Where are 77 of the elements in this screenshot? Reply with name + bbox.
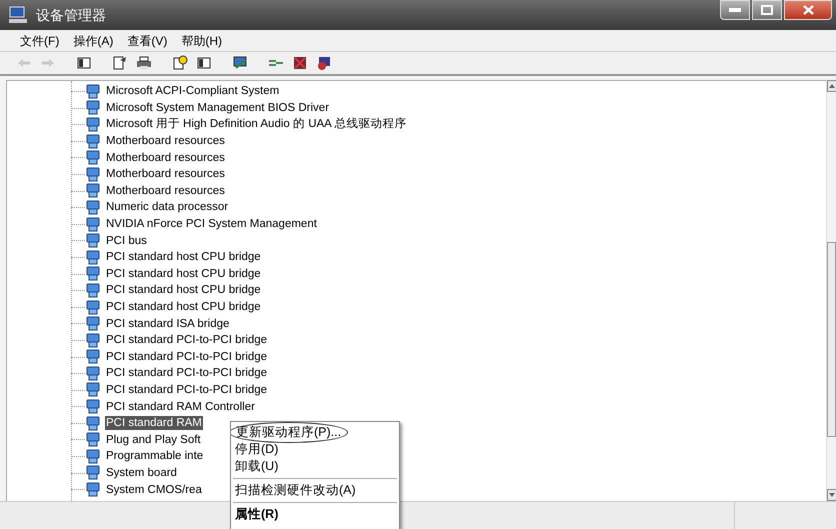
- device-label[interactable]: PCI standard PCI-to-PCI bridge: [105, 350, 268, 364]
- help-document-icon[interactable]: [172, 55, 188, 71]
- device-label[interactable]: Numeric data processor: [105, 200, 230, 214]
- window-title: 设备管理器: [36, 6, 106, 24]
- pane-icon[interactable]: [196, 55, 212, 71]
- device-icon: [86, 300, 100, 315]
- close-icon: [802, 5, 814, 15]
- device-icon: [86, 150, 100, 166]
- device-icon: [86, 332, 100, 348]
- device-label[interactable]: Motherboard resources: [105, 134, 226, 148]
- device-icon: [86, 349, 100, 364]
- device-icon: [86, 250, 100, 265]
- scroll-up-icon[interactable]: [827, 80, 836, 92]
- device-label[interactable]: PCI bus: [105, 234, 148, 248]
- device-icon: [86, 416, 100, 431]
- device-icon: [86, 382, 100, 398]
- device-icon: [86, 183, 100, 198]
- device-icon: [86, 216, 100, 232]
- menu-item[interactable]: 查看(V): [127, 32, 168, 50]
- menu-item[interactable]: 帮助(H): [181, 32, 222, 50]
- device-label[interactable]: PCI standard PCI-to-PCI bridge: [105, 382, 268, 397]
- device-label[interactable]: NVIDIA nForce PCI System Management: [105, 217, 318, 232]
- device-label[interactable]: Motherboard resources: [105, 167, 226, 182]
- minimize-icon: [729, 8, 741, 12]
- device-icon: [86, 266, 100, 282]
- device-icon: [86, 399, 100, 414]
- menu-item[interactable]: 文件(F): [20, 32, 60, 50]
- device-icon: [86, 100, 100, 116]
- device-icon: [86, 134, 100, 149]
- monitor-icon[interactable]: [232, 55, 248, 71]
- device-label[interactable]: Microsoft System Management BIOS Driver: [105, 100, 330, 115]
- device-icon: [86, 432, 100, 448]
- device-label[interactable]: Microsoft 用于 High Definition Audio 的 UAA 总线驱动程序: [105, 117, 408, 132]
- context-menu-item[interactable]: 扫描检测硬件改动(A): [231, 482, 399, 499]
- cross-icon[interactable]: [292, 55, 308, 71]
- device-label[interactable]: System board: [105, 466, 178, 480]
- device-label[interactable]: PCI standard RAM Controller: [105, 400, 256, 414]
- device-icon: [86, 166, 100, 182]
- menu-item[interactable]: 操作(A): [73, 32, 114, 50]
- device-label[interactable]: PCI standard host CPU bridge: [105, 300, 262, 314]
- device-label[interactable]: PCI standard ISA bridge: [105, 316, 230, 331]
- device-label[interactable]: PCI standard host CPU bridge: [105, 266, 262, 281]
- device-label[interactable]: Plug and Play Soft: [105, 432, 202, 447]
- device-icon: [86, 233, 100, 248]
- context-menu-item[interactable]: 停用(D): [231, 441, 399, 458]
- maximize-button[interactable]: [752, 0, 782, 20]
- device-icon: [86, 366, 100, 381]
- device-label[interactable]: Programmable inte: [105, 449, 204, 464]
- scroll-down-icon[interactable]: [827, 489, 836, 501]
- device-icon: [86, 448, 100, 464]
- minimize-button[interactable]: [720, 0, 750, 20]
- device-icon: [86, 116, 100, 132]
- device-label[interactable]: System CMOS/rea: [105, 482, 203, 497]
- device-label[interactable]: PCI standard host CPU bridge: [105, 250, 262, 264]
- context-menu-item[interactable]: 属性(R): [231, 506, 399, 523]
- scrollbar[interactable]: [826, 80, 836, 501]
- document-icon[interactable]: [112, 55, 128, 71]
- device-label[interactable]: Motherboard resources: [105, 150, 226, 165]
- device-icon: [86, 465, 100, 480]
- device-label[interactable]: PCI standard PCI-to-PCI bridge: [105, 333, 268, 348]
- close-button[interactable]: [784, 0, 832, 20]
- device-label[interactable]: Motherboard resources: [105, 184, 226, 198]
- device-label[interactable]: PCI standard host CPU bridge: [105, 283, 262, 298]
- device-icon: [86, 282, 100, 298]
- scroll-thumb[interactable]: [827, 242, 836, 437]
- pane-icon[interactable]: [76, 55, 92, 71]
- context-menu-item[interactable]: 卸载(U): [231, 458, 399, 475]
- printer-icon[interactable]: [136, 55, 152, 71]
- computer-icon: [8, 6, 28, 24]
- device-label[interactable]: PCI standard RAM: [105, 416, 203, 430]
- device-label[interactable]: Microsoft ACPI-Compliant System: [105, 84, 280, 98]
- device-icon: [86, 316, 100, 332]
- device-label[interactable]: PCI standard PCI-to-PCI bridge: [105, 366, 268, 380]
- device-icon: [86, 482, 100, 498]
- device-icon: [86, 84, 100, 99]
- maximize-icon: [761, 5, 773, 15]
- device-icon: [86, 200, 100, 215]
